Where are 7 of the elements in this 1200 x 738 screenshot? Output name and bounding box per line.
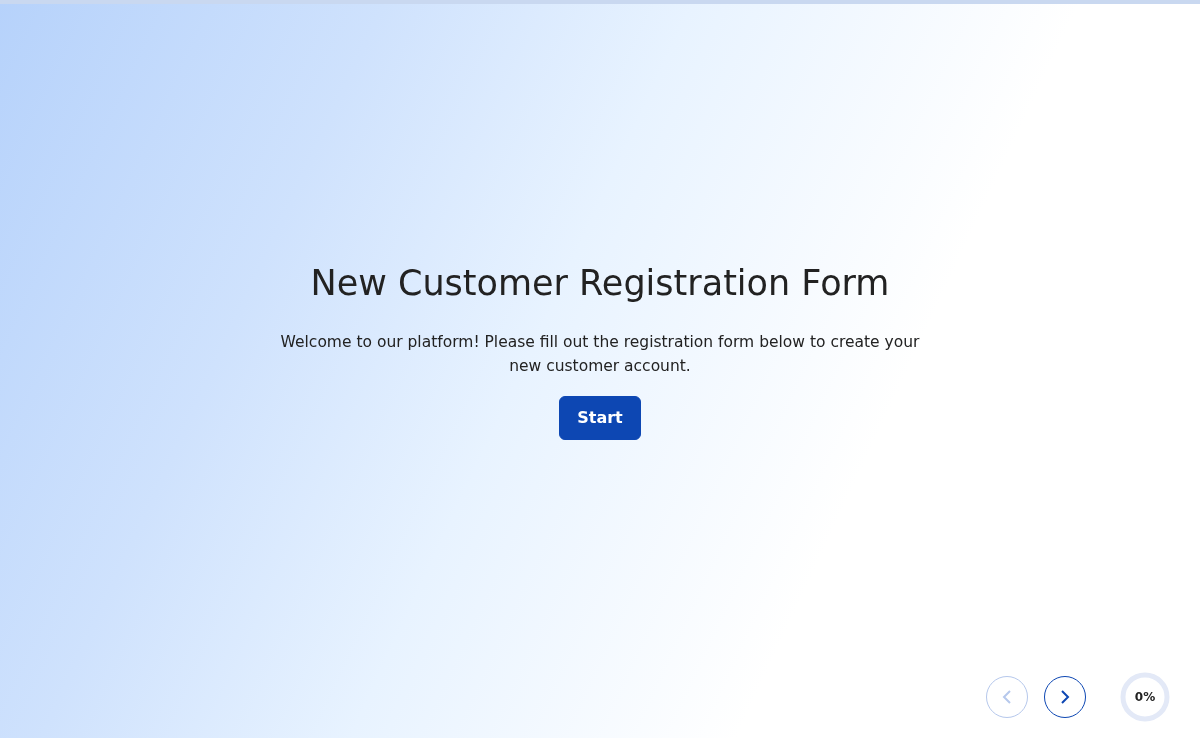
form-title: New Customer Registration Form [310,262,890,304]
start-button[interactable]: Start [559,396,641,440]
progress-percent: 0% [1134,691,1156,703]
progress-ring [1120,672,1170,722]
welcome-text: Welcome to our platform! Please fill out the registration form below to create your new customer account. [279,332,921,377]
chevron-left-icon [1000,688,1014,706]
chevron-right-icon [1058,688,1072,706]
